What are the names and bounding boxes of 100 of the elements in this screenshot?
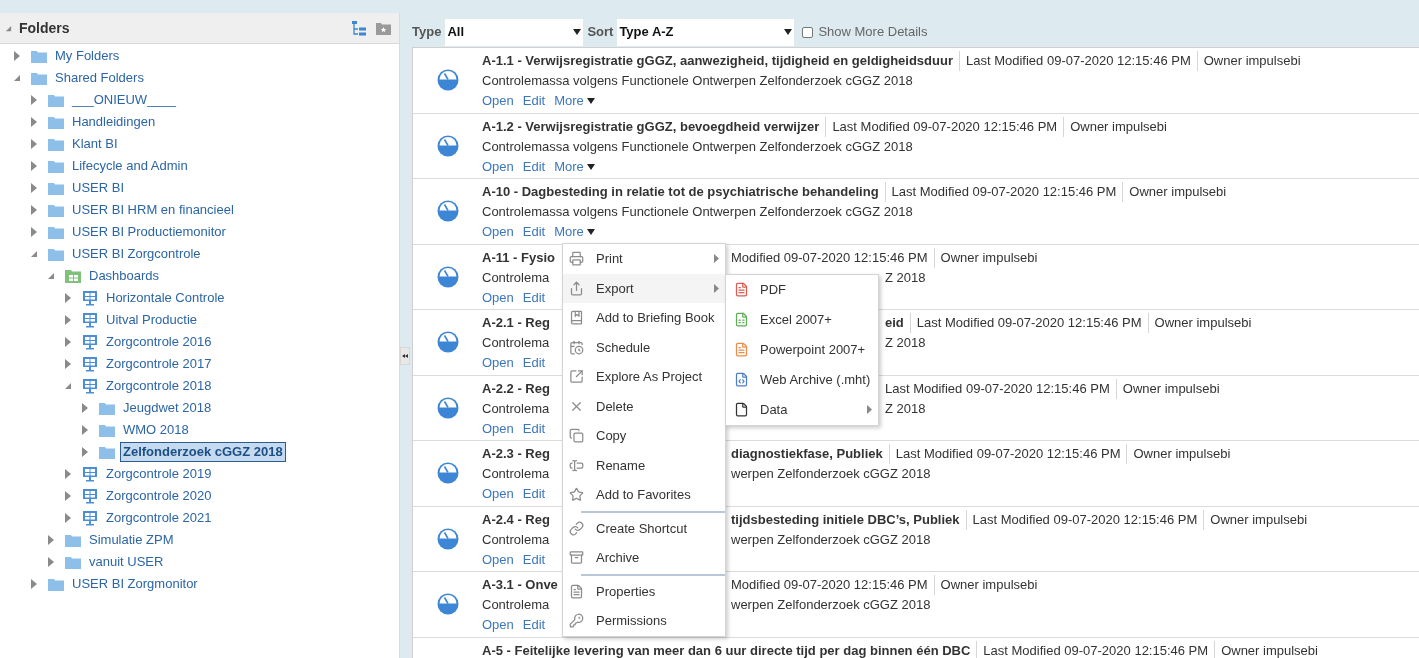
expand-caret-icon[interactable] bbox=[31, 117, 37, 127]
action-link[interactable]: Open bbox=[482, 615, 514, 635]
type-select[interactable]: All bbox=[445, 18, 584, 46]
expand-caret-icon[interactable] bbox=[48, 557, 54, 567]
tree-item[interactable]: Lifecycle and Admin bbox=[69, 156, 191, 176]
expand-caret-icon[interactable] bbox=[82, 403, 88, 413]
folder-star-icon[interactable] bbox=[376, 21, 391, 35]
menu-item[interactable]: Explore As Project bbox=[563, 362, 725, 392]
collapse-panel-handle-icon[interactable] bbox=[400, 347, 410, 365]
more-dropdown-button[interactable]: More bbox=[554, 91, 595, 111]
collapse-caret-icon[interactable] bbox=[30, 250, 38, 258]
tree-item[interactable]: USER BI Zorgmonitor bbox=[69, 574, 201, 594]
action-link[interactable]: Open bbox=[482, 418, 514, 439]
expand-caret-icon[interactable] bbox=[65, 337, 71, 347]
tree-item[interactable]: Simulatie ZPM bbox=[86, 530, 177, 550]
expand-caret-icon[interactable] bbox=[48, 535, 54, 545]
tree-item[interactable]: Shared Folders bbox=[52, 68, 147, 88]
tree-item[interactable]: vanuit USER bbox=[86, 552, 167, 572]
tree-view-icon[interactable] bbox=[352, 20, 366, 36]
action-link[interactable]: Open bbox=[482, 484, 514, 504]
expand-caret-icon[interactable] bbox=[65, 491, 71, 501]
menu-item[interactable]: Web Archive (.mht) bbox=[726, 364, 878, 395]
expand-caret-icon[interactable] bbox=[14, 51, 20, 61]
tree-item[interactable]: Dashboards bbox=[86, 266, 163, 286]
menu-item[interactable]: Schedule bbox=[563, 332, 725, 362]
action-link[interactable]: Edit bbox=[522, 91, 546, 111]
expand-caret-icon[interactable] bbox=[65, 293, 71, 303]
tree-item[interactable]: Zelfonderzoek cGGZ 2018 bbox=[120, 442, 286, 462]
collapse-caret-icon[interactable] bbox=[64, 382, 72, 390]
tree-item[interactable]: Horizontale Controle bbox=[103, 288, 228, 308]
action-link[interactable]: Edit bbox=[522, 287, 546, 308]
spreadsheet-icon bbox=[734, 312, 749, 327]
gauge-icon bbox=[436, 69, 459, 92]
tree-item[interactable]: USER BI Zorgcontrole bbox=[69, 244, 204, 264]
menu-item[interactable]: Excel 2007+ bbox=[726, 304, 878, 335]
tree-item[interactable]: USER BI Productiemonitor bbox=[69, 222, 229, 242]
tree-item[interactable]: USER BI HRM en financieel bbox=[69, 200, 237, 220]
menu-item[interactable]: Archive bbox=[563, 543, 725, 573]
action-link[interactable]: Edit bbox=[522, 156, 546, 177]
menu-item[interactable]: Copy bbox=[563, 421, 725, 451]
action-link[interactable]: Open bbox=[482, 287, 514, 308]
tree-item[interactable]: Zorgcontrole 2019 bbox=[103, 464, 215, 484]
tree-item[interactable]: WMO 2018 bbox=[120, 420, 192, 440]
tree-item[interactable]: Zorgcontrole 2018 bbox=[103, 376, 215, 396]
tree-item[interactable]: Jeugdwet 2018 bbox=[120, 398, 215, 418]
expand-caret-icon[interactable] bbox=[65, 513, 71, 523]
action-link[interactable]: Open bbox=[482, 156, 514, 177]
tree-item[interactable]: Zorgcontrole 2016 bbox=[103, 332, 215, 352]
sort-select[interactable]: Type A-Z bbox=[617, 18, 795, 46]
expand-caret-icon[interactable] bbox=[65, 469, 71, 479]
menu-item[interactable]: Add to Briefing Book bbox=[563, 303, 725, 333]
tree-item[interactable]: My Folders bbox=[52, 46, 123, 66]
action-link[interactable]: Open bbox=[482, 222, 514, 242]
more-dropdown-button[interactable]: More bbox=[554, 222, 595, 242]
collapse-caret-icon[interactable] bbox=[13, 74, 21, 82]
menu-item[interactable]: PDF bbox=[726, 274, 878, 305]
expand-caret-icon[interactable] bbox=[31, 95, 37, 105]
monitor-icon bbox=[82, 488, 98, 504]
tree-item[interactable]: Zorgcontrole 2020 bbox=[103, 486, 215, 506]
menu-item[interactable]: Add to Favorites bbox=[563, 480, 725, 510]
collapse-caret-icon[interactable] bbox=[47, 272, 55, 280]
tree-item[interactable]: Uitval Productie bbox=[103, 310, 201, 330]
collapse-caret-icon[interactable] bbox=[5, 24, 12, 32]
menu-item[interactable]: Export bbox=[563, 273, 725, 303]
menu-item[interactable]: Rename bbox=[563, 450, 725, 480]
item-title: A-1.1 - Verwijsregistratie gGGZ, aanwezigheid, tijdigheid en geldigheidsduur bbox=[482, 52, 953, 70]
expand-caret-icon[interactable] bbox=[31, 183, 37, 193]
expand-caret-icon[interactable] bbox=[31, 161, 37, 171]
action-link[interactable]: Edit bbox=[522, 222, 546, 242]
menu-item[interactable]: Properties bbox=[563, 576, 725, 606]
expand-caret-icon[interactable] bbox=[31, 579, 37, 589]
expand-caret-icon[interactable] bbox=[31, 227, 37, 237]
action-link[interactable]: Open bbox=[482, 549, 514, 570]
action-link[interactable]: Edit bbox=[522, 484, 546, 504]
menu-item[interactable]: Data bbox=[726, 394, 878, 425]
menu-item[interactable]: Powerpoint 2007+ bbox=[726, 334, 878, 365]
action-link[interactable]: Edit bbox=[522, 418, 546, 439]
expand-caret-icon[interactable] bbox=[65, 359, 71, 369]
tree-item[interactable]: Klant BI bbox=[69, 134, 121, 154]
menu-item[interactable]: Create Shortcut bbox=[563, 513, 725, 543]
checkbox[interactable] bbox=[802, 26, 814, 38]
menu-item[interactable]: Print bbox=[563, 244, 725, 274]
expand-caret-icon[interactable] bbox=[65, 315, 71, 325]
expand-caret-icon[interactable] bbox=[31, 139, 37, 149]
tree-item[interactable]: USER BI bbox=[69, 178, 127, 198]
expand-caret-icon[interactable] bbox=[31, 205, 37, 215]
expand-caret-icon[interactable] bbox=[82, 425, 88, 435]
action-link[interactable]: Open bbox=[482, 353, 514, 373]
more-dropdown-button[interactable]: More bbox=[554, 156, 595, 177]
expand-caret-icon[interactable] bbox=[82, 447, 88, 457]
action-link[interactable]: Edit bbox=[522, 615, 546, 635]
menu-item[interactable]: Permissions bbox=[563, 606, 725, 636]
menu-item[interactable]: Delete bbox=[563, 391, 725, 421]
action-link[interactable]: Edit bbox=[522, 353, 546, 373]
tree-item[interactable]: Handleidingen bbox=[69, 112, 159, 132]
action-link[interactable]: Edit bbox=[522, 549, 546, 570]
tree-item[interactable]: Zorgcontrole 2017 bbox=[103, 354, 215, 374]
action-link[interactable]: Open bbox=[482, 91, 514, 111]
tree-item[interactable]: ___ONIEUW____ bbox=[69, 90, 180, 110]
tree-item[interactable]: Zorgcontrole 2021 bbox=[103, 508, 215, 528]
